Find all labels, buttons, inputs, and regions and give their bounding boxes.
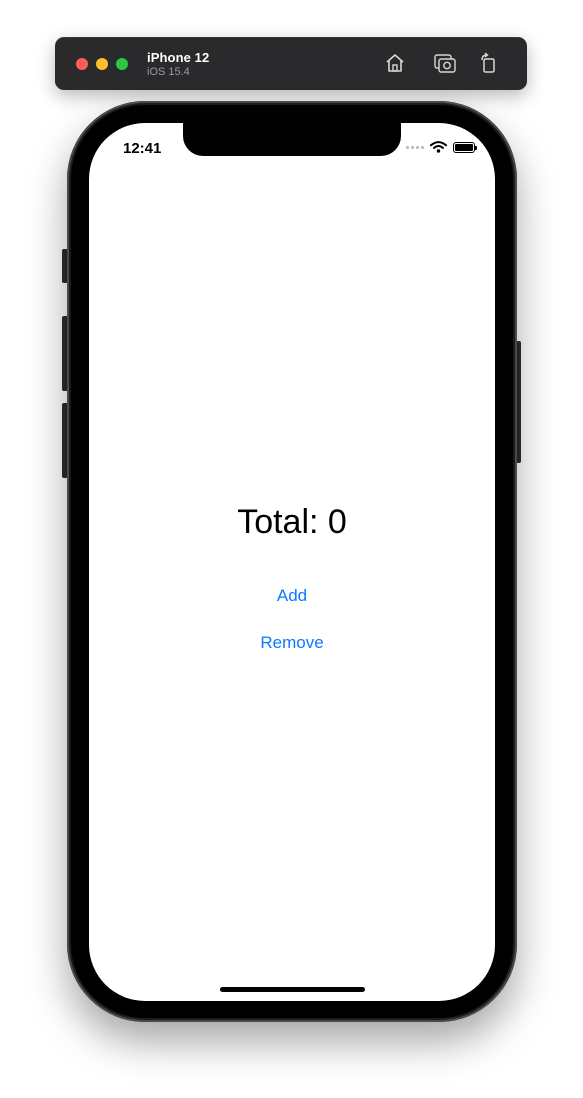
total-label: Total: 0: [237, 503, 347, 541]
home-icon: [386, 54, 404, 72]
zoom-window-button[interactable]: [116, 58, 128, 70]
screenshot-icon: [434, 54, 456, 73]
add-button-label: Add: [276, 586, 308, 605]
device-screen: 12:41 Total: 0 Add Remove: [89, 123, 495, 1001]
remove-button-label: Remove: [260, 633, 324, 652]
home-button[interactable]: [383, 51, 407, 75]
remove-button[interactable]: Remove: [89, 633, 495, 653]
home-indicator[interactable]: [220, 987, 365, 992]
battery-icon: [453, 141, 477, 153]
minimize-window-button[interactable]: [96, 58, 108, 70]
add-button[interactable]: Add: [89, 586, 495, 606]
simulator-stage: iPhone 12 iOS 15.4 12:41 Total: 0 Add Re…: [0, 0, 583, 1098]
cellular-signal-icon: [406, 145, 424, 149]
os-version: iOS 15.4: [147, 66, 190, 78]
wifi-icon: [430, 141, 447, 153]
rotate-icon: [481, 52, 495, 73]
simulator-toolbar: iPhone 12 iOS 15.4: [55, 37, 527, 90]
close-window-button[interactable]: [76, 58, 88, 70]
device-name: iPhone 12: [147, 50, 210, 65]
status-indicators: [406, 141, 477, 153]
status-time: 12:41: [123, 140, 162, 157]
screenshot-button[interactable]: [433, 51, 457, 75]
rotate-button[interactable]: [477, 51, 501, 75]
notch: [183, 123, 401, 156]
